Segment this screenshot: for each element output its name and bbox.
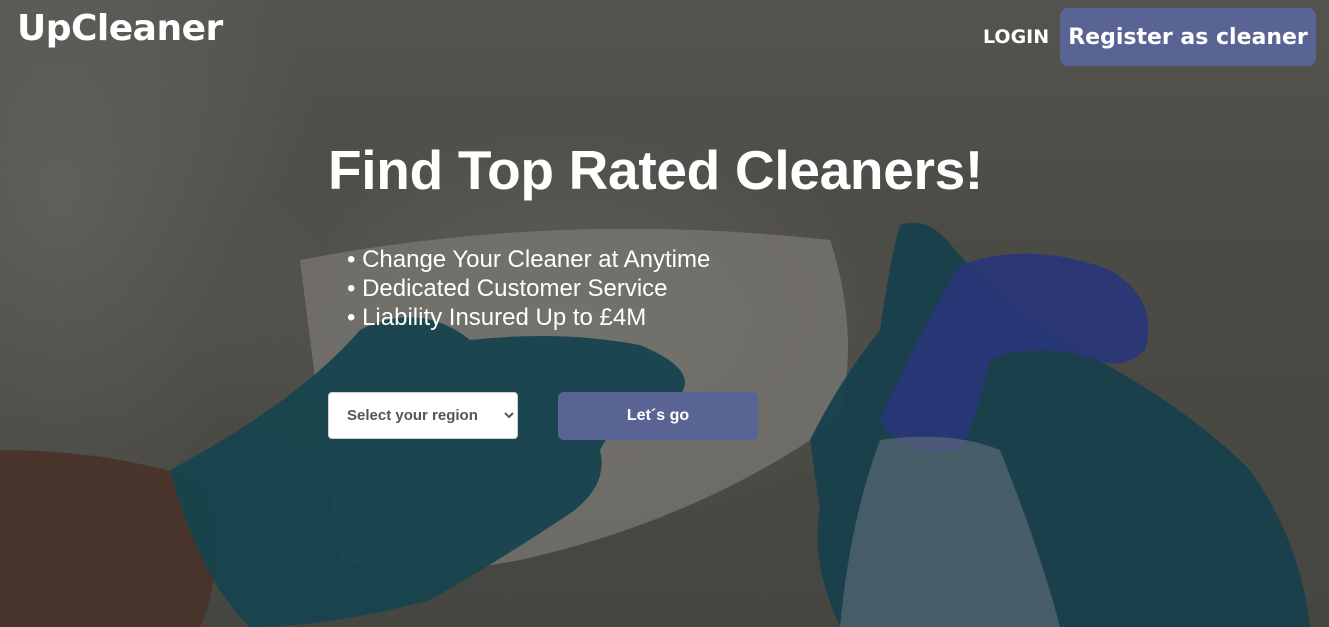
region-select[interactable]: Select your region — [328, 392, 518, 439]
hero-headline: Find Top Rated Cleaners! — [328, 139, 983, 201]
feature-item: • Change Your Cleaner at Anytime — [347, 246, 711, 273]
lets-go-button[interactable]: Let´s go — [558, 392, 758, 440]
register-as-cleaner-button[interactable]: Register as cleaner — [1060, 8, 1316, 66]
logo[interactable]: UpCleaner — [17, 8, 223, 49]
feature-item: • Dedicated Customer Service — [347, 275, 668, 302]
feature-item: • Liability Insured Up to £4M — [347, 304, 647, 331]
login-link[interactable]: LOGIN — [983, 26, 1049, 48]
feature-list: • Change Your Cleaner at Anytime • Dedic… — [347, 245, 710, 332]
